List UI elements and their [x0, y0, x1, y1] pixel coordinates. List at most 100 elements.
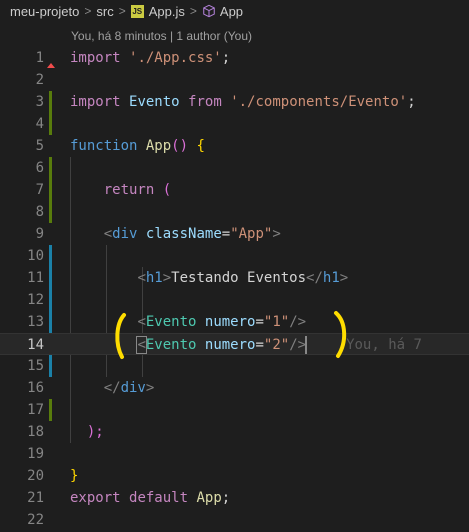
code-line[interactable]: 21 export default App; [0, 487, 469, 509]
line-number: 17 [27, 402, 44, 418]
token: App [196, 490, 222, 506]
line-number: 2 [35, 72, 44, 88]
token: return [103, 182, 155, 198]
line-number: 11 [27, 270, 44, 286]
token: function [70, 138, 138, 154]
token: import [70, 94, 121, 110]
token: </ [103, 380, 121, 396]
token: ; [221, 50, 231, 66]
token: () [171, 138, 189, 154]
code-line[interactable]: 7 return ( [0, 179, 469, 201]
annotation-left-bracket-icon [115, 313, 126, 359]
token: export [70, 490, 121, 506]
breadcrumb-project[interactable]: meu-projeto [10, 4, 79, 19]
token: h1 [322, 270, 340, 286]
token: className [145, 226, 222, 242]
line-number: 13 [27, 314, 44, 330]
line-number: 9 [35, 226, 44, 242]
token: } [70, 468, 79, 484]
token: /> [289, 337, 307, 353]
line-number: 14 [27, 337, 44, 353]
token: './App.css' [129, 50, 222, 66]
token: < [136, 336, 147, 354]
token: './components/Evento' [230, 94, 408, 110]
token: App [145, 138, 172, 154]
token: ); [86, 424, 104, 440]
code-line[interactable]: 22 [0, 509, 469, 531]
token: /> [289, 314, 307, 330]
token: Evento [145, 337, 197, 353]
code-line[interactable]: 17 [0, 399, 469, 421]
token: "2" [263, 337, 290, 353]
token: </ [306, 270, 323, 286]
code-line[interactable]: 6 [0, 157, 469, 179]
token: > [272, 226, 281, 242]
token: < [137, 270, 146, 286]
token: < [137, 314, 146, 330]
token: import [70, 50, 121, 66]
code-line[interactable]: 15 [0, 355, 469, 377]
token: = [221, 226, 231, 242]
code-line[interactable]: 16 </div> [0, 377, 469, 399]
line-number: 22 [27, 512, 44, 528]
inline-blame: You, há 7 [346, 337, 422, 353]
line-number: 5 [35, 138, 44, 154]
symbol-cube-icon [203, 4, 215, 18]
line-number: 8 [35, 204, 44, 220]
token: default [129, 490, 189, 506]
line-number: 20 [27, 468, 44, 484]
token: > [162, 270, 172, 286]
breadcrumb-folder[interactable]: src [96, 4, 113, 19]
line-number: 12 [27, 292, 44, 308]
token: Testando Eventos [171, 270, 307, 286]
code-line[interactable]: 18 ); [0, 421, 469, 443]
token: Evento [145, 314, 197, 330]
annotation-right-bracket-icon [334, 311, 347, 358]
chevron-right-icon: > [118, 4, 126, 18]
line-number: 18 [27, 424, 44, 440]
line-number: 15 [27, 358, 44, 374]
code-line[interactable]: 10 [0, 245, 469, 267]
code-line[interactable]: 9 <div className="App"> [0, 223, 469, 245]
code-line[interactable]: 5 function App() { [0, 135, 469, 157]
breadcrumb-file[interactable]: App.js [149, 4, 185, 19]
token: ( [162, 182, 172, 198]
token: > [145, 380, 155, 396]
line-number: 6 [35, 160, 44, 176]
chevron-right-icon: > [84, 4, 92, 18]
token: = [255, 314, 264, 330]
token: div [120, 380, 146, 396]
code-line[interactable]: 8 [0, 201, 469, 223]
token: ; [407, 94, 416, 110]
breadcrumb-symbol[interactable]: App [220, 4, 243, 19]
codelens-blame[interactable]: You, há 8 minutos | 1 author (You) [71, 29, 252, 43]
code-line[interactable]: 1 import './App.css'; [0, 47, 469, 69]
code-line-active[interactable]: 14 <Evento numero="2"/>​You, há 7 [0, 333, 469, 355]
token: ; [221, 490, 231, 506]
token: < [103, 226, 113, 242]
line-number: 1 [35, 50, 44, 66]
line-number: 19 [27, 446, 44, 462]
chevron-right-icon: > [189, 4, 197, 18]
token: { [196, 138, 205, 154]
line-number: 3 [35, 94, 44, 110]
code-line[interactable]: 13 <Evento numero="1"/> [0, 311, 469, 333]
code-line[interactable]: 20 } [0, 465, 469, 487]
breadcrumb: meu-projeto > src > JS App.js > App [0, 0, 469, 22]
code-line[interactable]: 3 import Evento from './components/Event… [0, 91, 469, 113]
line-number: 4 [35, 116, 44, 132]
code-line[interactable]: 12 [0, 289, 469, 311]
code-line[interactable]: 19 [0, 443, 469, 465]
token: = [255, 337, 264, 353]
line-number: 7 [35, 182, 44, 198]
code-line[interactable]: 11 <h1>Testando Eventos</h1> [0, 267, 469, 289]
line-number: 16 [27, 380, 44, 396]
line-number: 21 [27, 490, 44, 506]
javascript-file-icon: JS [130, 4, 144, 18]
token: numero [204, 314, 256, 330]
code-line[interactable]: 4 [0, 113, 469, 135]
token: from [188, 94, 222, 110]
line-number: 10 [27, 248, 44, 264]
token: "1" [263, 314, 290, 330]
code-line[interactable]: 2 [0, 69, 469, 91]
